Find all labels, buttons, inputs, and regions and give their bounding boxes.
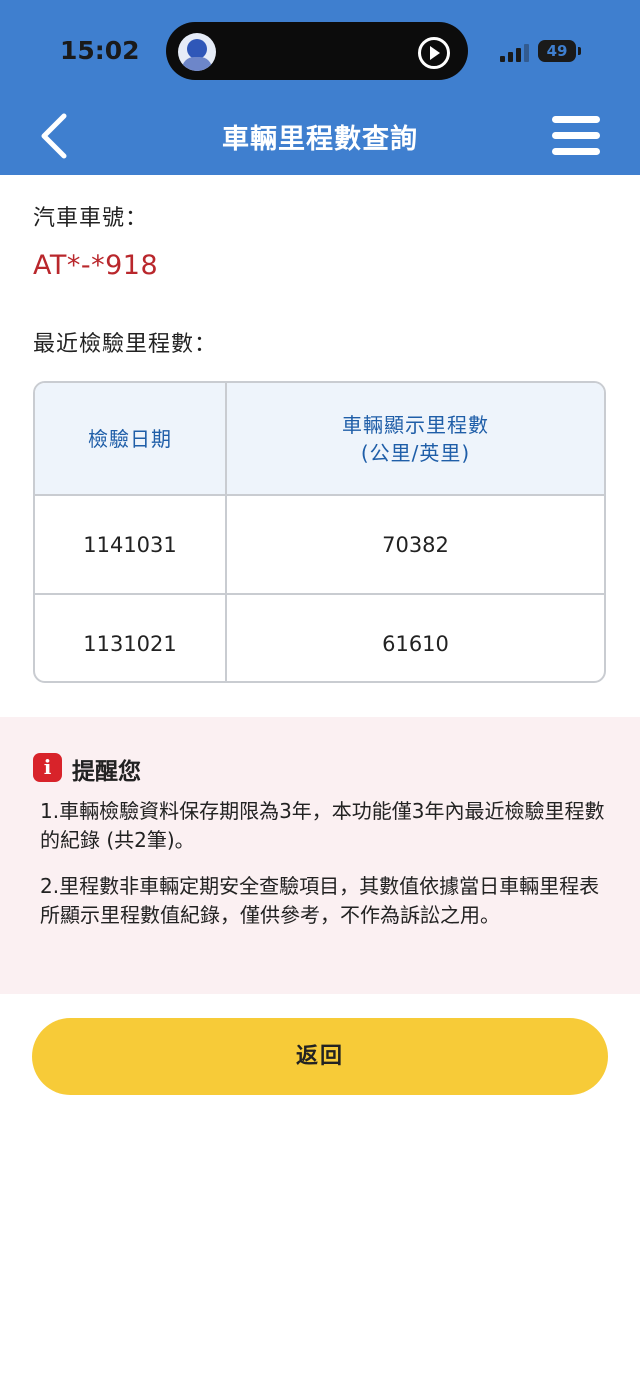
table-row: 1131021 61610: [35, 594, 604, 681]
plate-label: 汽車車號：: [33, 206, 149, 231]
mileage-cell: 70382: [226, 495, 604, 595]
column-header-mileage-title: 車輛顯示里程數: [342, 412, 489, 437]
mileage-table: 檢驗日期 車輛顯示里程數 (公里/英里) 1141031 70382 11310…: [33, 381, 606, 683]
mileage-section-label: 最近檢驗里程數：: [33, 332, 218, 357]
plate-value: AT*-*918: [33, 250, 159, 281]
page-title: 車輛里程數查詢: [222, 124, 418, 155]
app-avatar-icon: [178, 33, 216, 71]
top-bar: 15:02 49 車輛里程數查詢: [0, 0, 640, 175]
return-button[interactable]: 返回: [32, 1018, 608, 1095]
play-icon: [418, 37, 450, 69]
reminder-item-1: 1.車輛檢驗資料保存期限為3年，本功能僅3年內最近檢驗里程數的紀錄 (共2筆)。: [40, 799, 605, 852]
hamburger-menu-icon: [552, 116, 600, 123]
table-row: 1141031 70382: [35, 495, 604, 595]
reminder-item-2: 2.里程數非車輛定期安全查驗項目，其數值依據當日車輛里程表所顯示里程數值紀錄，僅…: [40, 874, 600, 927]
battery-icon: 49: [538, 40, 576, 62]
column-header-date: 檢驗日期: [35, 383, 227, 496]
reminder-title: 提醒您: [72, 759, 141, 785]
column-header-mileage-unit: (公里/英里): [360, 440, 471, 465]
dynamic-island: [166, 22, 468, 80]
column-header-mileage: 車輛顯示里程數 (公里/英里): [226, 383, 604, 496]
inspection-date-cell: 1131021: [35, 594, 227, 681]
info-icon: i: [33, 753, 62, 782]
reminder-panel: i 提醒您 1.車輛檢驗資料保存期限為3年，本功能僅3年內最近檢驗里程數的紀錄 …: [0, 717, 640, 994]
inspection-date-cell: 1141031: [35, 495, 227, 595]
signal-icon: [500, 42, 530, 62]
status-time: 15:02: [60, 36, 140, 65]
mileage-cell: 61610: [382, 631, 449, 656]
menu-button[interactable]: [552, 116, 602, 156]
